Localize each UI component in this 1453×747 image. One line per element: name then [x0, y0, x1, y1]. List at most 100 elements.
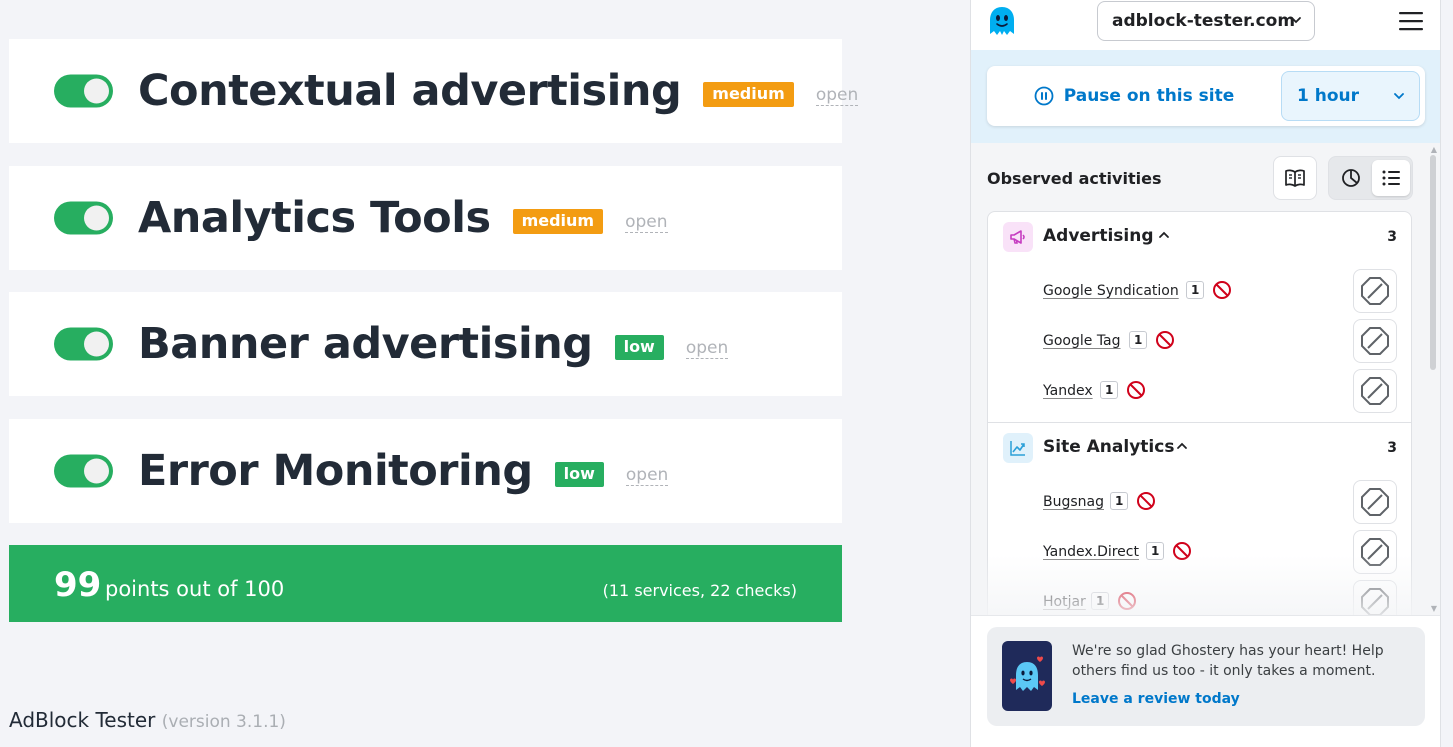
- service-card-contextual-advertising: Contextual advertising medium open: [9, 39, 859, 143]
- open-link[interactable]: open: [625, 212, 668, 233]
- view-toggle-group: [1328, 156, 1413, 200]
- tracker-block-toggle[interactable]: [1353, 580, 1397, 615]
- panel-header: adblock-tester.com: [971, 0, 1440, 50]
- level-badge: medium: [512, 208, 604, 234]
- toggle-knob: [84, 205, 109, 231]
- site-selector[interactable]: adblock-tester.com: [1097, 1, 1315, 41]
- blocked-icon: [1173, 542, 1191, 560]
- megaphone-icon: [1003, 222, 1033, 252]
- chart-view-button[interactable]: [1332, 160, 1370, 196]
- tracker-row: Bugsnag 1: [988, 476, 1411, 526]
- level-badge: medium: [703, 81, 794, 107]
- tracker-name[interactable]: Bugsnag: [1043, 494, 1104, 510]
- pie-chart-icon: [1342, 169, 1360, 187]
- card-title-row: Banner advertising low open: [138, 292, 729, 396]
- category-advertising[interactable]: Advertising 3: [988, 212, 1411, 260]
- service-toggle[interactable]: [54, 454, 113, 488]
- site-selector-label: adblock-tester.com: [1112, 11, 1296, 31]
- level-badge: low: [554, 461, 604, 487]
- chevron-down-icon: [1291, 17, 1301, 24]
- scroll-up-arrow-icon[interactable]: ▲: [1431, 145, 1437, 154]
- pause-section: Pause on this site 1 hour: [971, 50, 1440, 143]
- scroll-down-arrow-icon[interactable]: ▼: [1431, 604, 1437, 613]
- tracker-name[interactable]: Google Tag: [1043, 333, 1121, 349]
- open-link[interactable]: open: [625, 465, 669, 486]
- trending-chart-icon: [1003, 433, 1033, 463]
- review-message: We're so glad Ghostery has your heart! H…: [1072, 643, 1384, 679]
- service-card-analytics-tools: Analytics Tools medium open: [9, 166, 842, 270]
- score-points: 99: [54, 565, 102, 605]
- tracker-count-badge: 1: [1100, 381, 1119, 399]
- tracker-name[interactable]: Yandex: [1043, 383, 1093, 399]
- block-octagon-icon: [1361, 327, 1389, 355]
- toggle-knob: [84, 458, 109, 484]
- service-toggle[interactable]: [54, 201, 113, 235]
- blocked-icon: [1156, 331, 1174, 349]
- review-card: We're so glad Ghostery has your heart! H…: [987, 627, 1425, 726]
- tracker-name[interactable]: Yandex.Direct: [1043, 544, 1139, 560]
- tracker-row: Yandex.Direct 1: [988, 526, 1411, 576]
- tracker-count-badge: 1: [1110, 492, 1129, 510]
- block-octagon-icon: [1361, 488, 1389, 516]
- hamburger-menu-icon[interactable]: [1398, 10, 1424, 32]
- list-view-button[interactable]: [1372, 160, 1410, 196]
- pause-button[interactable]: Pause on this site: [987, 66, 1281, 126]
- tracker-block-toggle[interactable]: [1353, 269, 1397, 313]
- score-summary: (11 services, 22 checks): [602, 581, 797, 600]
- pause-duration-select[interactable]: 1 hour: [1281, 71, 1420, 121]
- service-toggle[interactable]: [54, 327, 113, 361]
- toggle-knob: [84, 331, 109, 357]
- review-section: We're so glad Ghostery has your heart! H…: [971, 615, 1440, 747]
- book-icon: [1285, 169, 1305, 187]
- tracker-row: Google Tag 1: [988, 315, 1411, 365]
- pause-icon: [1034, 86, 1054, 106]
- blocked-icon: [1118, 592, 1136, 610]
- app-name: AdBlock Tester: [9, 708, 156, 732]
- blocked-icon: [1137, 492, 1155, 510]
- service-card-error-monitoring: Error Monitoring low open: [9, 419, 842, 523]
- category-count: 3: [1387, 440, 1397, 456]
- page-footer: AdBlock Tester (version 3.1.1): [9, 708, 286, 732]
- tracker-block-toggle[interactable]: [1353, 319, 1397, 363]
- card-title: Banner advertising: [138, 319, 593, 369]
- ghostery-logo-icon: [990, 7, 1014, 35]
- card-title: Contextual advertising: [138, 66, 682, 116]
- service-toggle[interactable]: [54, 74, 113, 108]
- card-title: Error Monitoring: [138, 446, 533, 496]
- ghost-hearts-illustration: [1002, 641, 1052, 711]
- open-link[interactable]: open: [815, 85, 859, 106]
- tracker-count-badge: 1: [1091, 592, 1110, 610]
- list-icon: [1382, 170, 1400, 186]
- card-title: Analytics Tools: [138, 193, 491, 243]
- tracker-block-toggle[interactable]: [1353, 369, 1397, 413]
- card-title-row: Analytics Tools medium open: [138, 166, 668, 270]
- tracker-name[interactable]: Hotjar: [1043, 594, 1086, 610]
- tracker-block-toggle[interactable]: [1353, 530, 1397, 574]
- category-site-analytics[interactable]: Site Analytics 3: [988, 423, 1411, 471]
- pause-button-label: Pause on this site: [1063, 86, 1235, 106]
- pause-duration-value: 1 hour: [1297, 86, 1360, 106]
- chevron-up-icon: [1159, 231, 1169, 238]
- card-title-row: Error Monitoring low open: [138, 419, 669, 523]
- score-bar: 99 points out of 100 (11 services, 22 ch…: [9, 545, 842, 622]
- app-version: (version 3.1.1): [161, 712, 286, 732]
- category-name: Advertising: [1043, 226, 1154, 246]
- level-badge: low: [614, 334, 664, 360]
- service-card-banner-advertising: Banner advertising low open: [9, 292, 842, 396]
- activities-list: Advertising 3 Google Syndication 1 Googl…: [987, 211, 1412, 615]
- category-count: 3: [1387, 229, 1397, 245]
- scrollbar-thumb[interactable]: [1430, 155, 1436, 370]
- tracker-name[interactable]: Google Syndication: [1043, 283, 1179, 299]
- open-link[interactable]: open: [685, 338, 729, 359]
- block-octagon-icon: [1361, 377, 1389, 405]
- blocked-icon: [1213, 281, 1231, 299]
- chevron-down-icon: [1394, 93, 1404, 100]
- chevron-up-icon: [1177, 442, 1187, 449]
- tracker-row: Yandex 1: [988, 365, 1411, 415]
- tracker-block-toggle[interactable]: [1353, 480, 1397, 524]
- leave-review-link[interactable]: Leave a review today: [1072, 691, 1240, 707]
- whotracks-me-button[interactable]: [1273, 156, 1317, 200]
- category-name: Site Analytics: [1043, 437, 1175, 457]
- block-octagon-icon: [1361, 277, 1389, 305]
- pause-card: Pause on this site 1 hour: [987, 66, 1425, 126]
